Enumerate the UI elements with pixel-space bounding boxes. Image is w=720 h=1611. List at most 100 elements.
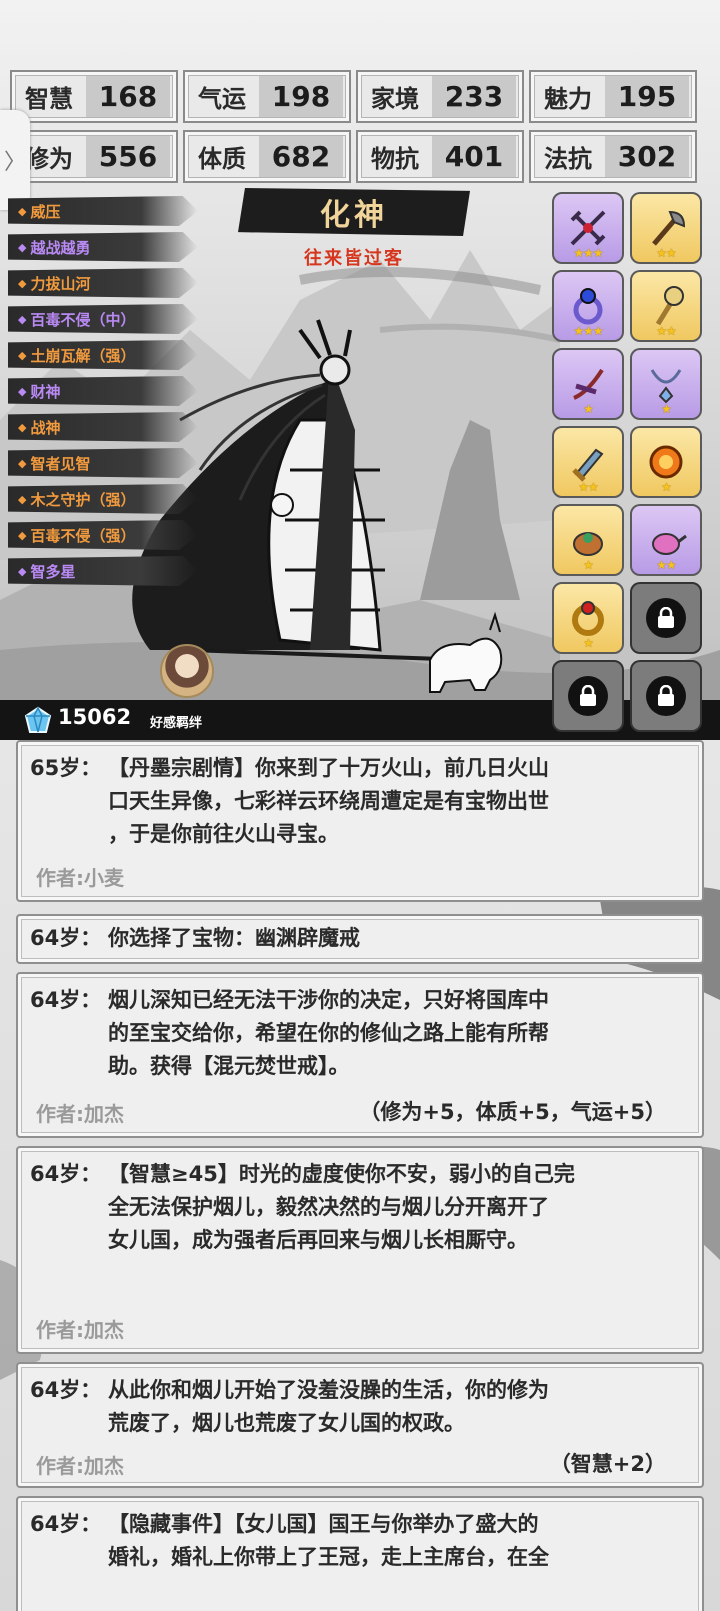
equipment-slot[interactable]: ★: [552, 348, 624, 420]
trait-item[interactable]: ◆ 智多星: [8, 556, 198, 586]
log-entry: 65岁： 【丹墨宗剧情】你来到了十万火山，前几日火山 口天生异像，七彩祥云环绕周…: [16, 740, 704, 902]
equipment-slot-locked[interactable]: [552, 660, 624, 732]
equipment-slot[interactable]: ★★: [630, 270, 702, 342]
stat-physical-resist: 物抗 401: [356, 130, 524, 183]
lock-icon: [646, 598, 686, 638]
stat-label: 法抗: [544, 144, 592, 173]
realm-title: 化神: [238, 188, 470, 236]
lock-icon: [568, 676, 608, 716]
stat-label: 魅力: [544, 84, 592, 113]
teapot-icon: [652, 533, 687, 555]
stat-value: 168: [86, 76, 170, 117]
equipment-slot[interactable]: ★★: [630, 504, 702, 576]
stat-value: 195: [605, 76, 689, 117]
trait-item[interactable]: ◆ 越战越勇: [8, 232, 198, 262]
entry-text: 的至宝交给你，希望在你的修仙之路上能有所帮: [108, 1021, 549, 1045]
log-entry: 64岁： 【智慧≥45】时光的虚度使你不安，弱小的自己完 全无法保护烟儿，毅然决…: [16, 1146, 704, 1354]
diamond-icon: ◆: [18, 492, 27, 506]
entry-text: 全无法保护烟儿，毅然决然的与烟儿分开离开了: [108, 1195, 549, 1219]
equipment-slot[interactable]: ★: [552, 504, 624, 576]
side-drawer-tab[interactable]: 〉: [0, 110, 30, 210]
entry-text: ，于是你前往火山寻宝。: [108, 822, 339, 846]
companion-avatar[interactable]: [160, 644, 214, 698]
entry-author: 作者:加杰: [36, 1318, 124, 1342]
crossbow-icon: [570, 210, 606, 246]
trait-item[interactable]: ◆ 威压: [8, 196, 198, 226]
chevron-right-icon: 〉: [3, 150, 26, 175]
equipment-slot-locked[interactable]: [630, 660, 702, 732]
stat-value: 233: [432, 76, 516, 117]
entry-effect: （修为+5，体质+5，气运+5）: [359, 1100, 666, 1124]
equipment-slot[interactable]: ★★: [630, 192, 702, 264]
stat-label: 智慧: [25, 84, 73, 113]
stat-value: 556: [86, 136, 170, 177]
trait-item[interactable]: ◆ 战神: [8, 412, 198, 442]
entry-text: 口天生异像，七彩祥云环绕周遭定是有宝物出世: [108, 789, 549, 813]
log-entry: 64岁： 烟儿深知已经无法干涉你的决定，只好将国库中 的至宝交给你，希望在你的修…: [16, 972, 704, 1138]
axe-icon: [652, 210, 686, 246]
stat-label: 家境: [371, 84, 419, 113]
gem-count: 15062: [58, 705, 132, 729]
entry-author: 作者:加杰: [36, 1454, 124, 1478]
trait-item[interactable]: ◆ 百毒不侵（中）: [8, 304, 198, 334]
stat-charm: 魅力 195: [529, 70, 697, 123]
entry-text: 【隐藏事件】【女儿国】国王与你举办了盛大的: [108, 1512, 539, 1536]
trait-item[interactable]: ◆ 力拔山河: [8, 268, 198, 298]
entry-effect: （智慧+2）: [549, 1452, 666, 1476]
gold-ring-icon: [572, 601, 604, 636]
stat-label: 气运: [198, 84, 246, 113]
equipment-slot[interactable]: ★★★: [552, 192, 624, 264]
stat-value: 198: [259, 76, 343, 117]
equipment-slot-locked[interactable]: [630, 582, 702, 654]
entry-age: 64岁：: [30, 1512, 102, 1536]
dagger-icon: [572, 448, 604, 482]
entry-age: 64岁：: [30, 926, 102, 950]
entry-age: 65岁：: [30, 756, 102, 780]
diamond-icon: ◆: [18, 312, 27, 326]
entry-text: 女儿国，成为强者后再回来与烟儿长相厮守。: [108, 1228, 528, 1252]
stat-cultivation: 修为 556: [10, 130, 178, 183]
gem-icon: [24, 706, 52, 733]
equipment-slot[interactable]: ★★★: [552, 270, 624, 342]
log-entry: 64岁： 你选择了宝物：幽渊辟魔戒: [16, 914, 704, 964]
equipment-slot[interactable]: ★: [630, 348, 702, 420]
realm-subtitle: 往来皆过客: [304, 248, 404, 269]
diamond-icon: ◆: [18, 276, 27, 290]
entry-text: 婚礼，婚礼上你带上了王冠，走上主席台，在全: [108, 1545, 549, 1569]
trait-item[interactable]: ◆ 土崩瓦解（强）: [8, 340, 198, 370]
stat-label: 物抗: [371, 144, 419, 173]
equipment-slot[interactable]: ★: [552, 582, 624, 654]
stat-luck: 气运 198: [183, 70, 351, 123]
trait-item[interactable]: ◆ 百毒不侵（强）: [8, 520, 198, 550]
stat-label: 体质: [198, 144, 246, 173]
event-log[interactable]: 65岁： 【丹墨宗剧情】你来到了十万火山，前几日火山 口天生异像，七彩祥云环绕周…: [0, 740, 720, 1611]
necklace-icon: [650, 369, 682, 404]
stat-value: 302: [605, 136, 689, 177]
entry-text: 从此你和烟儿开始了没羞没臊的生活，你的修为: [108, 1378, 549, 1402]
entry-text: 助。获得【混元焚世戒】。: [108, 1054, 350, 1078]
diamond-icon: ◆: [18, 384, 27, 398]
bond-button[interactable]: 好感羁绊: [150, 712, 202, 731]
diamond-icon: ◆: [18, 420, 27, 434]
cauldron-icon: [573, 532, 603, 556]
diamond-icon: ◆: [18, 564, 27, 578]
equipment-slot[interactable]: ★★: [552, 426, 624, 498]
entry-age: 64岁：: [30, 988, 102, 1012]
trait-item[interactable]: ◆ 财神: [8, 376, 198, 406]
lock-icon: [646, 676, 686, 716]
stat-physique: 体质 682: [183, 130, 351, 183]
staff-icon: [655, 286, 684, 326]
entry-age: 64岁：: [30, 1162, 102, 1186]
stat-value: 682: [259, 136, 343, 177]
trait-item[interactable]: ◆ 木之守护（强）: [8, 484, 198, 514]
orb-icon: [649, 445, 683, 479]
entry-text: 烟儿深知已经无法干涉你的决定，只好将国库中: [108, 988, 549, 1012]
stat-magic-resist: 法抗 302: [529, 130, 697, 183]
equipment-slot[interactable]: ★: [630, 426, 702, 498]
trait-item[interactable]: ◆ 智者见智: [8, 448, 198, 478]
diamond-icon: ◆: [18, 456, 27, 470]
character-scene: 智慧 168 气运 198 家境 233 魅力 195 修为 556 体质 68…: [0, 0, 720, 740]
log-entry: 64岁： 从此你和烟儿开始了没羞没臊的生活，你的修为 荒废了，烟儿也荒废了女儿国…: [16, 1362, 704, 1488]
diamond-icon: ◆: [18, 204, 27, 218]
entry-age: 64岁：: [30, 1378, 102, 1402]
